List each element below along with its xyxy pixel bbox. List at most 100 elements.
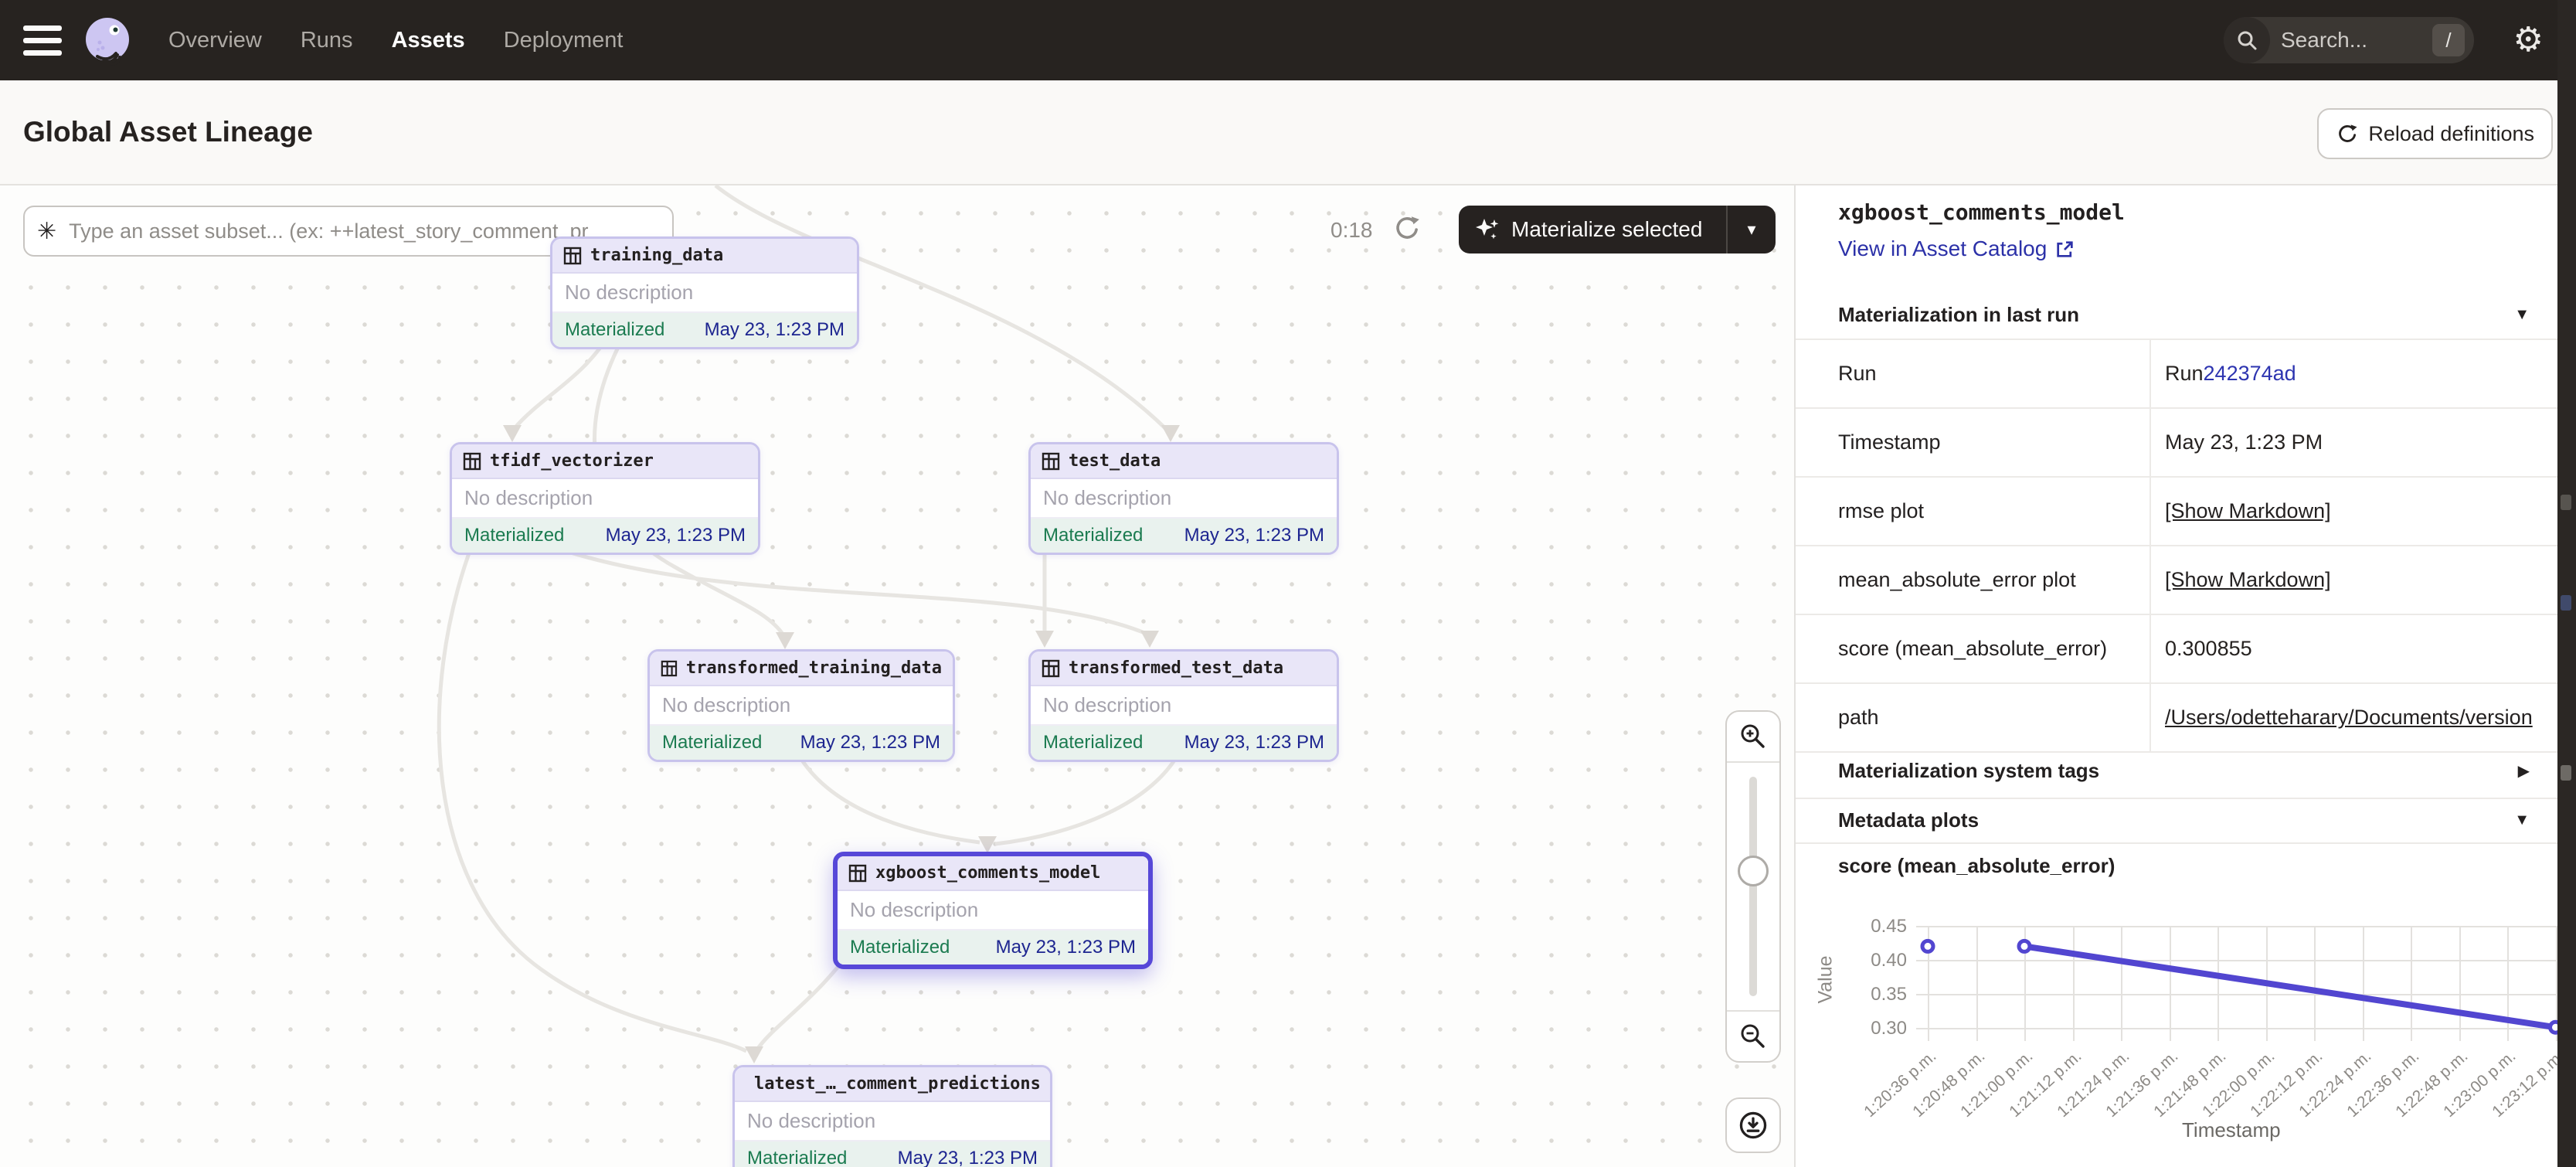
asset-name: training_data [590,246,723,265]
metadata-table: Run Run 242374ad Timestamp May 23, 1:23 … [1796,340,2559,753]
nav-item-overview[interactable]: Overview [168,28,262,53]
zoom-out-button[interactable] [1727,1010,1779,1061]
asset-node-transformed-training-data[interactable]: transformed_training_data No description… [647,649,955,762]
asset-description: No description [1031,686,1337,726]
materialization-timestamp: May 23, 1:23 PM [1184,732,1324,754]
zoom-slider-track[interactable] [1749,777,1757,996]
chart-line-layer [1796,846,2559,1167]
external-link-icon [2054,239,2075,260]
asset-node-training-data[interactable]: training_data No description Materialize… [550,236,859,349]
materialize-selected-button[interactable]: Materialize selected ▾ [1459,206,1776,253]
download-image-button[interactable] [1725,1097,1781,1153]
asset-name: transformed_test_data [1069,658,1283,678]
table-row-timestamp: Timestamp May 23, 1:23 PM [1796,409,2559,478]
x-gridline [2363,926,2364,1041]
show-markdown-link[interactable]: [Show Markdown] [2165,568,2331,592]
run-prefix: Run [2165,362,2204,386]
table-icon [661,659,678,678]
row-label: Timestamp [1796,430,2149,454]
collapse-caret-icon[interactable]: ▼ [2514,811,2530,829]
asset-description: No description [552,274,857,313]
table-row-rmse-plot: rmse plot [Show Markdown] [1796,478,2559,546]
asset-subset-icon: ✳ [37,218,56,245]
row-label: score (mean_absolute_error) [1796,637,2149,661]
menu-icon[interactable] [23,20,66,60]
row-label: Run [1796,362,2149,386]
metadata-plot: score (mean_absolute_error) Value Timest… [1796,846,2559,1167]
view-in-asset-catalog-link[interactable]: View in Asset Catalog [1838,236,2075,261]
section-label: Materialization system tags [1838,759,2099,783]
y-tick-label: 0.45 [1861,916,1907,937]
nav-item-deployment[interactable]: Deployment [504,28,624,53]
x-gridline [1976,926,1978,1041]
refresh-timer: 0:18 [1330,218,1373,243]
asset-graph-canvas[interactable]: ✳ 0:18 Materialize selected ▾ training_d… [0,185,1794,1167]
search-shortcut-badge: / [2432,24,2465,56]
reload-definitions-label: Reload definitions [2368,122,2534,146]
asset-name: test_data [1069,451,1161,471]
zoom-slider[interactable] [1727,763,1779,1010]
row-label: path [1796,706,2149,730]
y-gridline [1916,994,2557,995]
materialize-dropdown-caret[interactable]: ▾ [1728,219,1776,240]
table-icon [1042,659,1060,678]
asset-name: xgboost_comments_model [875,863,1100,883]
asset-node-transformed-test-data[interactable]: transformed_test_data No description Mat… [1028,649,1339,762]
global-search[interactable]: / [2224,17,2474,63]
y-gridline [1916,926,2557,927]
table-row-mae-plot: mean_absolute_error plot [Show Markdown] [1796,546,2559,615]
asset-node-tfidf-vectorizer[interactable]: tfidf_vectorizer No description Material… [450,442,760,555]
table-row-path: path /Users/odetteharary/Documents/versi… [1796,684,2559,753]
settings-gear-icon[interactable]: ⚙ [2513,20,2544,60]
dagster-app: Overview Runs Assets Deployment / ⚙ Glob… [0,0,2576,1167]
table-icon [848,864,867,883]
catalog-link-label: View in Asset Catalog [1838,236,2047,261]
y-gridline [1916,960,2557,961]
page-title: Global Asset Lineage [23,116,313,148]
section-metadata-plots[interactable]: Metadata plots ▼ [1796,798,2559,844]
dagster-logo-icon[interactable] [80,13,134,67]
collapse-caret-icon[interactable]: ▼ [2514,306,2530,324]
zoom-controls [1725,710,1781,1063]
section-system-tags[interactable]: Materialization system tags ▶ [1796,743,2559,799]
x-gridline [2217,926,2219,1041]
status-badge: Materialized [1043,732,1143,754]
nav-item-assets[interactable]: Assets [392,28,465,53]
asset-node-test-data[interactable]: test_data No description MaterializedMay… [1028,442,1339,555]
x-gridline [2024,926,2026,1041]
nav-item-runs[interactable]: Runs [301,28,353,53]
search-input[interactable] [2279,27,2406,53]
status-badge: Materialized [850,937,950,958]
section-materialization-last-run[interactable]: Materialization in last run ▼ [1796,291,2559,340]
graph-refresh-icon[interactable] [1392,213,1422,243]
search-icon [2224,17,2270,63]
zoom-slider-knob[interactable] [1738,856,1769,886]
window-edge [2557,0,2576,1167]
table-icon [1042,452,1060,471]
refresh-icon [2336,122,2359,145]
materialization-timestamp: May 23, 1:23 PM [705,319,845,341]
materialization-timestamp: May 23, 1:23 PM [898,1148,1038,1167]
asset-node-latest-comment-predictions[interactable]: latest_…_comment_predictions No descript… [732,1065,1052,1167]
x-gridline [2411,926,2412,1041]
materialization-timestamp: May 23, 1:23 PM [606,525,746,546]
status-badge: Materialized [747,1148,847,1167]
x-gridline [2073,926,2075,1041]
row-value: 0.300855 [2149,615,2559,682]
reload-definitions-button[interactable]: Reload definitions [2317,108,2553,159]
asset-details-panel: xgboost_comments_model View in Asset Cat… [1794,185,2559,1167]
asset-description: No description [735,1102,1050,1141]
asset-node-xgboost-comments-model[interactable]: xgboost_comments_model No description Ma… [833,852,1153,969]
asset-description: No description [452,479,758,519]
y-gridline [1916,1028,2557,1029]
run-id-link[interactable]: 242374ad [2204,362,2296,386]
show-markdown-link[interactable]: [Show Markdown] [2165,499,2331,523]
path-link[interactable]: /Users/odetteharary/Documents/version [2165,706,2533,730]
y-tick-label: 0.35 [1861,984,1907,1005]
materialization-timestamp: May 23, 1:23 PM [996,937,1136,958]
x-axis-label: Timestamp [2182,1118,2281,1142]
table-row-score: score (mean_absolute_error) 0.300855 [1796,615,2559,684]
y-axis-label: Value [1815,955,1837,1003]
expand-caret-icon[interactable]: ▶ [2518,761,2530,781]
zoom-in-button[interactable] [1727,712,1779,763]
